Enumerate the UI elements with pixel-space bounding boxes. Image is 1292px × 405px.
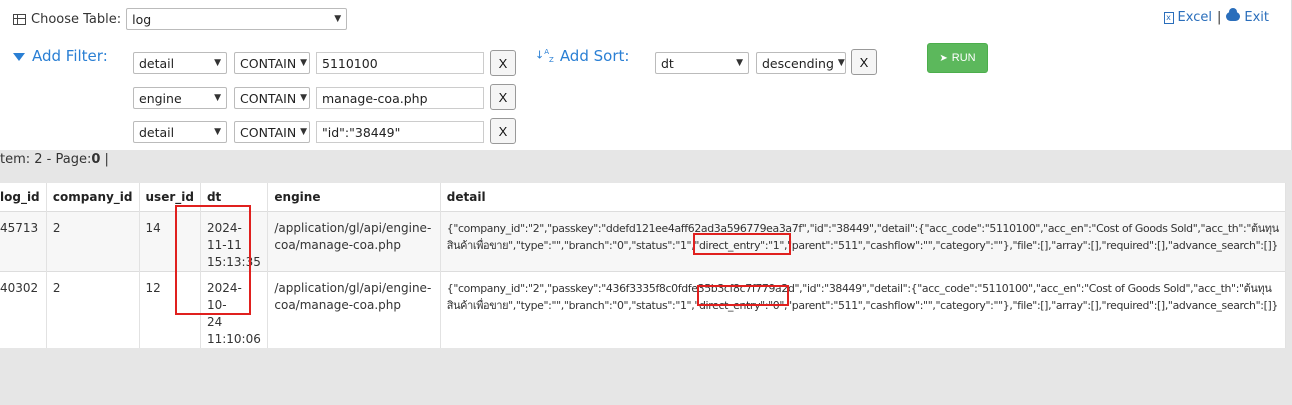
sort-icon: ↓AZ [535, 48, 554, 64]
detail-line-1: {"company_id":"2","passkey":"ddefd121ee4… [446, 221, 1279, 235]
excel-icon: x [1163, 11, 1174, 24]
detail-line-2: สินค้าเพื่อขาย","type":"","branch":"0","… [446, 298, 1279, 312]
log-id-link[interactable]: 40302 [0, 270, 47, 348]
highlight-dt-box [175, 205, 251, 315]
engine-line-1: /application/gl/api/engine- [274, 220, 432, 235]
filter-operator-value: CONTAIN [240, 90, 297, 106]
filter-value-input[interactable]: "id":"38449" [316, 121, 484, 143]
engine-line-2: coa/manage-coa.php [274, 297, 402, 312]
choose-table-label: Choose Table: [31, 11, 122, 27]
add-sort-label: Add Sort: [559, 47, 630, 65]
add-filter-button[interactable]: Add Filter: [13, 47, 108, 65]
engine-cell: /application/gl/api/engine-coa/manage-co… [267, 270, 441, 348]
detail-line-1: {"company_id":"2","passkey":"436f3335f8c… [446, 281, 1272, 295]
remove-filter-button[interactable]: X [490, 118, 516, 144]
detail-cell: {"company_id":"2","passkey":"ddefd121ee4… [440, 210, 1287, 271]
filter-icon [13, 53, 25, 61]
filter-field-value: engine [139, 90, 182, 106]
filter-operator-select[interactable]: CONTAIN ▼ [234, 121, 310, 143]
chevron-down-icon: ▼ [300, 127, 308, 137]
remove-filter-button[interactable]: X [490, 84, 516, 110]
company-id-cell: 2 [46, 210, 140, 271]
chevron-down-icon: ▼ [214, 127, 221, 137]
filter-operator-select[interactable]: CONTAIN ▼ [234, 52, 310, 74]
status-item-count: tem: 2 - Page: [0, 152, 92, 167]
column-header-company-id[interactable]: company_id [46, 183, 140, 211]
filter-operator-value: CONTAIN [240, 124, 297, 140]
filter-operator-value: CONTAIN [240, 55, 297, 71]
exit-link[interactable]: Exit [1244, 10, 1269, 25]
chevron-down-icon: ▼ [736, 58, 743, 68]
status-bar: tem: 2 - Page:0 | [0, 152, 109, 167]
add-filter-label: Add Filter: [32, 47, 108, 65]
filter-field-select[interactable]: detail ▼ [133, 52, 227, 74]
engine-line-2: coa/manage-coa.php [274, 237, 402, 252]
sort-direction-select[interactable]: descending ▼ [756, 52, 846, 74]
engine-cell: /application/gl/api/engine-coa/manage-co… [267, 210, 441, 271]
dt-time: 24 11:10:06 [206, 314, 261, 346]
detail-cell: {"company_id":"2","passkey":"436f3335f8c… [440, 270, 1287, 348]
rocket-icon: ➤ [939, 52, 948, 64]
sort-field-value: dt [661, 55, 674, 71]
table-select[interactable]: log ▼ [126, 8, 348, 30]
filter-field-select[interactable]: engine ▼ [133, 87, 227, 109]
run-button[interactable]: ➤ RUN [927, 43, 988, 73]
status-suffix: | [100, 152, 109, 167]
filter-value-input[interactable]: manage-coa.php [316, 87, 484, 109]
cloud-icon [1226, 8, 1241, 21]
query-panel: Choose Table: log ▼ x Excel | Exit Add Fi… [0, 0, 1292, 150]
detail-line-2: สินค้าเพื่อขาย","type":"","branch":"0","… [446, 238, 1279, 252]
highlight-direct-entry-0 [697, 285, 789, 306]
filter-field-value: detail [139, 55, 175, 71]
chevron-down-icon: ▼ [214, 93, 221, 103]
filter-operator-select[interactable]: CONTAIN ▼ [234, 87, 310, 109]
filter-field-select[interactable]: detail ▼ [133, 121, 227, 143]
column-header-detail[interactable]: detail [440, 183, 1287, 211]
column-header-engine[interactable]: engine [267, 183, 441, 211]
remove-filter-button[interactable]: X [490, 50, 516, 76]
table-select-value: log [132, 11, 152, 27]
choose-table: Choose Table: log ▼ [13, 8, 348, 30]
remove-sort-button[interactable]: X [851, 49, 877, 75]
run-label: RUN [951, 52, 976, 64]
column-header-log-id[interactable]: log_id [0, 183, 47, 211]
engine-line-1: /application/gl/api/engine- [274, 280, 432, 295]
highlight-direct-entry-1 [693, 233, 791, 255]
sort-field-select[interactable]: dt ▼ [655, 52, 749, 74]
log-id-link[interactable]: 45713 [0, 210, 47, 271]
company-id-cell: 2 [46, 270, 140, 348]
sort-direction-value: descending [762, 55, 834, 71]
chevron-down-icon: ▼ [837, 58, 845, 68]
table-icon [13, 13, 26, 25]
link-separator: | [1216, 10, 1222, 25]
excel-link[interactable]: Excel [1178, 10, 1212, 25]
chevron-down-icon: ▼ [300, 93, 308, 103]
filter-value-input[interactable]: 5110100 [316, 52, 484, 74]
chevron-down-icon: ▼ [300, 58, 308, 68]
add-sort-button[interactable]: ↓AZ Add Sort: [535, 47, 629, 65]
filter-field-value: detail [139, 124, 175, 140]
chevron-down-icon: ▼ [334, 14, 342, 24]
top-links: x Excel | Exit [1163, 8, 1269, 25]
chevron-down-icon: ▼ [214, 58, 221, 68]
